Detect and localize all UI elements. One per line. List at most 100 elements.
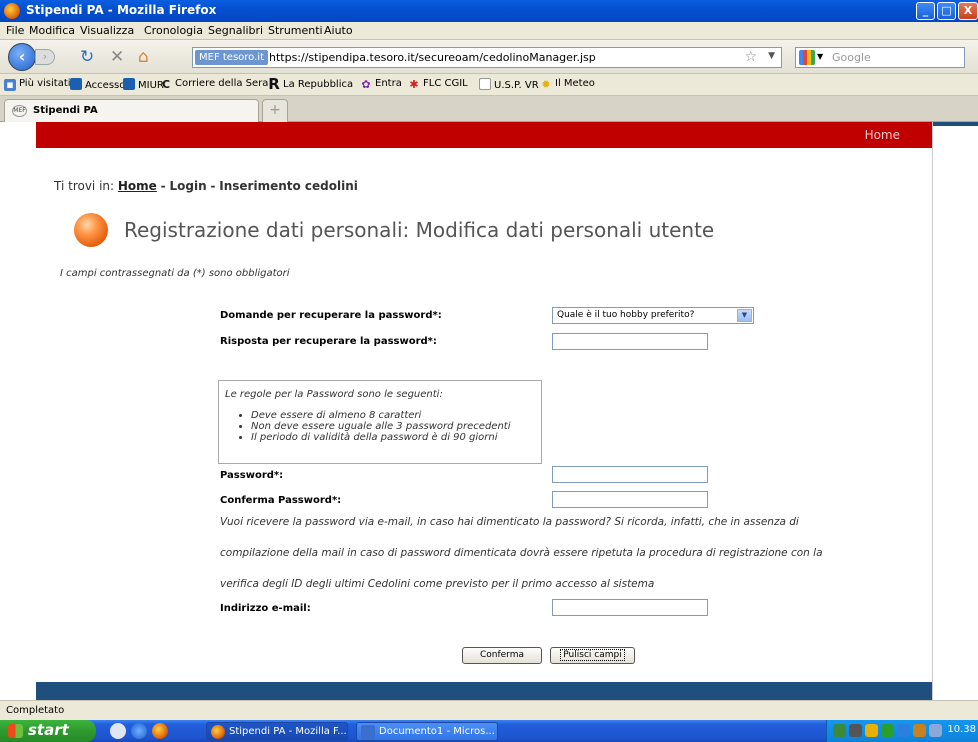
- status-text: Completato: [6, 705, 65, 716]
- breadcrumb: Ti trovi in: Home - Login - Inserimento …: [54, 179, 358, 193]
- close-button[interactable]: X: [958, 2, 978, 20]
- navigation-toolbar: ‹ › ↻ ✕ ⌂ MEF tesoro.it https://stipendi…: [0, 40, 978, 74]
- minimize-button[interactable]: _: [916, 2, 935, 20]
- tab-stipendi-pa[interactable]: MEF Stipendi PA: [4, 99, 259, 122]
- bookmark-piu-visitati[interactable]: ▪ Più visitati: [4, 78, 71, 91]
- window-titlebar: Stipendi PA - Mozilla Firefox _ □ X: [0, 0, 978, 22]
- bookmark-entra[interactable]: ✿ Entra: [360, 78, 401, 91]
- security-question-select[interactable]: Quale è il tuo hobby preferito? ▼: [552, 307, 754, 324]
- bookmark-star-icon[interactable]: ☆: [744, 49, 757, 65]
- bookmark-accesso[interactable]: Accesso: [70, 78, 125, 91]
- menu-modifica[interactable]: Modifica: [29, 24, 75, 37]
- windows-taskbar: start Stipendi PA - Mozilla F... Documen…: [0, 720, 978, 742]
- page-left-margin: [0, 122, 36, 700]
- menu-bar: File Modifica Visualizza Cronologia Segn…: [0, 22, 978, 40]
- menu-segnalibri[interactable]: Segnalibri: [208, 24, 263, 37]
- confirm-button[interactable]: Conferma: [462, 647, 542, 664]
- password-rule: Deve essere di almeno 8 caratteri: [251, 410, 535, 421]
- chevron-down-icon[interactable]: ▼: [737, 309, 752, 322]
- password-rule: Non deve essere uguale alle 3 password p…: [251, 421, 535, 432]
- entra-icon: ✿: [361, 78, 371, 91]
- menu-visualizza[interactable]: Visualizza: [80, 24, 134, 37]
- breadcrumb-home-link[interactable]: Home: [118, 179, 157, 193]
- security-answer-input[interactable]: [552, 333, 708, 350]
- volume-icon[interactable]: [849, 724, 862, 737]
- menu-cronologia[interactable]: Cronologia: [144, 24, 203, 37]
- stop-icon[interactable]: ✕: [110, 49, 124, 66]
- back-button[interactable]: ‹: [8, 43, 36, 71]
- page-content: Ti trovi in: Home - Login - Inserimento …: [36, 148, 932, 700]
- password-rules-intro: Le regole per la Password sono le seguen…: [225, 389, 443, 400]
- security-question-label: Domande per recuperare la password*:: [220, 310, 442, 321]
- history-dropdown-icon[interactable]: ▼: [768, 51, 775, 61]
- firefox-icon[interactable]: [152, 723, 168, 739]
- menu-aiuto[interactable]: Aiuto: [324, 24, 353, 37]
- bookmark-usp-vr[interactable]: U.S.P. VR: [479, 78, 539, 91]
- repubblica-icon: R: [268, 75, 280, 93]
- password-label: Password*:: [220, 470, 284, 481]
- password-rules-box: Le regole per la Password sono le seguen…: [218, 380, 542, 464]
- bookmark-flc-cgil[interactable]: ✱ FLC CGIL: [408, 78, 467, 91]
- menu-file[interactable]: File: [6, 24, 24, 37]
- email-info-text: compilazione della mail in caso di passw…: [220, 547, 823, 559]
- orange-orb-icon: [74, 213, 108, 247]
- internet-explorer-icon[interactable]: [131, 723, 147, 739]
- folder-icon: ▪: [4, 79, 16, 91]
- search-placeholder: Google: [832, 51, 871, 64]
- home-icon[interactable]: ⌂: [138, 49, 149, 66]
- confirm-password-input[interactable]: [552, 491, 708, 508]
- windows-flag-icon: [8, 724, 23, 738]
- required-fields-note: I campi contrassegnati da (*) sono obbli…: [60, 268, 290, 279]
- bookmarks-bar: ▪ Più visitati Accesso MIUR C Corriere del…: [0, 74, 978, 96]
- tab-title: Stipendi PA: [33, 105, 98, 116]
- bookmark-miur[interactable]: MIUR: [123, 78, 164, 91]
- window-title: Stipendi PA - Mozilla Firefox: [26, 3, 217, 17]
- email-label: Indirizzo e-mail:: [220, 603, 311, 614]
- tab-bar: MEF Stipendi PA +: [0, 96, 978, 122]
- site-footer-bar: [36, 682, 932, 700]
- reload-icon[interactable]: ↻: [80, 49, 94, 66]
- search-box[interactable]: ▼ Google: [795, 47, 965, 68]
- password-rule: Il periodo di validità della password è …: [251, 432, 535, 443]
- reset-fields-button[interactable]: Pulisci campi: [550, 647, 635, 664]
- start-button[interactable]: start: [0, 720, 96, 742]
- google-icon[interactable]: [799, 50, 815, 65]
- taskbar-item-word[interactable]: Documento1 - Micros...: [356, 722, 498, 741]
- menu-strumenti[interactable]: Strumenti: [268, 24, 323, 37]
- forward-button[interactable]: ›: [35, 49, 55, 65]
- password-rules-list: Deve essere di almeno 8 caratteri Non de…: [251, 410, 535, 443]
- status-bar: Completato: [0, 700, 978, 720]
- email-info-text: verifica degli ID degli ultimi Cedolini …: [220, 578, 655, 590]
- bookmark-il-meteo[interactable]: ✹ Il Meteo: [540, 78, 595, 91]
- sun-icon: ✹: [541, 78, 551, 91]
- new-tab-button[interactable]: +: [262, 99, 288, 122]
- confirm-password-label: Conferma Password*:: [220, 495, 342, 506]
- desktop-icon[interactable]: [110, 723, 126, 739]
- tray-app-icon[interactable]: [929, 724, 942, 737]
- bookmark-corriere[interactable]: C Corriere della Sera: [160, 78, 268, 91]
- security-shield-icon[interactable]: [865, 724, 878, 737]
- address-bar[interactable]: MEF tesoro.it https://stipendipa.tesoro.…: [192, 47, 782, 68]
- tray-app-icon[interactable]: [913, 724, 926, 737]
- bookmark-icon: [123, 78, 135, 90]
- bookmark-icon: [70, 78, 82, 90]
- firefox-icon: [4, 3, 20, 19]
- tray-app-icon[interactable]: [881, 724, 894, 737]
- site-header-bar: Home: [36, 122, 932, 148]
- taskbar-item-firefox[interactable]: Stipendi PA - Mozilla F...: [206, 722, 348, 741]
- mef-favicon-icon: MEF: [12, 105, 27, 117]
- header-home-link[interactable]: Home: [865, 128, 900, 142]
- site-identity-badge[interactable]: MEF tesoro.it: [195, 50, 268, 65]
- network-icon[interactable]: [833, 724, 846, 737]
- password-input[interactable]: [552, 466, 708, 483]
- search-engine-dropdown-icon[interactable]: ▼: [817, 52, 823, 61]
- url-text[interactable]: https://stipendipa.tesoro.it/secureoam/c…: [269, 51, 596, 64]
- tray-app-icon[interactable]: [897, 724, 910, 737]
- system-tray: 10.38: [826, 720, 978, 742]
- bookmark-repubblica[interactable]: R La Repubblica: [268, 75, 353, 93]
- page-icon: [479, 78, 491, 90]
- email-input[interactable]: [552, 599, 708, 616]
- firefox-icon: [211, 725, 225, 739]
- security-answer-label: Risposta per recuperare la password*:: [220, 336, 437, 347]
- maximize-button[interactable]: □: [937, 2, 956, 20]
